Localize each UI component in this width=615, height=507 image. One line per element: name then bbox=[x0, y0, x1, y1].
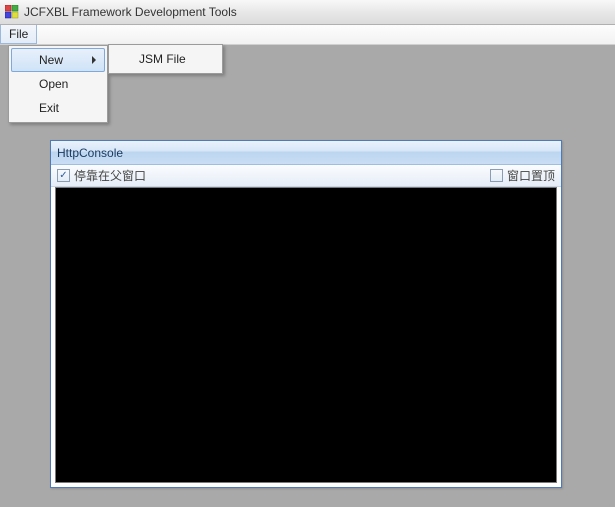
submenu-item-jsm-file-label: JSM File bbox=[139, 52, 186, 66]
new-submenu: JSM File bbox=[108, 44, 223, 74]
menu-file[interactable]: File bbox=[0, 25, 37, 44]
menu-item-new[interactable]: New bbox=[11, 48, 105, 72]
menu-item-open-label: Open bbox=[39, 77, 68, 91]
console-output[interactable] bbox=[55, 187, 557, 483]
child-window-titlebar[interactable]: HttpConsole bbox=[51, 141, 561, 165]
menu-item-open[interactable]: Open bbox=[11, 72, 105, 96]
child-window-toolbar: ✓ 停靠在父窗口 ✓ 窗口置顶 bbox=[51, 165, 561, 187]
dock-checkbox-label: 停靠在父窗口 bbox=[74, 167, 146, 184]
menu-item-new-label: New bbox=[39, 53, 63, 67]
submenu-arrow-icon bbox=[92, 56, 96, 64]
file-menu-dropdown: New Open Exit bbox=[8, 45, 108, 123]
window-title: JCFXBL Framework Development Tools bbox=[24, 5, 237, 19]
submenu-item-jsm-file[interactable]: JSM File bbox=[111, 47, 220, 71]
app-icon bbox=[4, 4, 20, 20]
window-titlebar: JCFXBL Framework Development Tools bbox=[0, 0, 615, 25]
topmost-checkbox[interactable]: ✓ bbox=[490, 169, 503, 182]
menu-file-label: File bbox=[9, 27, 28, 41]
dock-checkbox[interactable]: ✓ bbox=[57, 169, 70, 182]
menu-item-exit[interactable]: Exit bbox=[11, 96, 105, 120]
menubar: File bbox=[0, 25, 615, 45]
child-window-httpconsole: HttpConsole ✓ 停靠在父窗口 ✓ 窗口置顶 bbox=[50, 140, 562, 488]
menu-item-exit-label: Exit bbox=[39, 101, 59, 115]
dock-checkbox-wrap[interactable]: ✓ 停靠在父窗口 bbox=[57, 167, 146, 184]
topmost-checkbox-label: 窗口置顶 bbox=[507, 167, 555, 184]
child-window-title: HttpConsole bbox=[57, 146, 123, 160]
topmost-checkbox-wrap[interactable]: ✓ 窗口置顶 bbox=[490, 167, 555, 184]
